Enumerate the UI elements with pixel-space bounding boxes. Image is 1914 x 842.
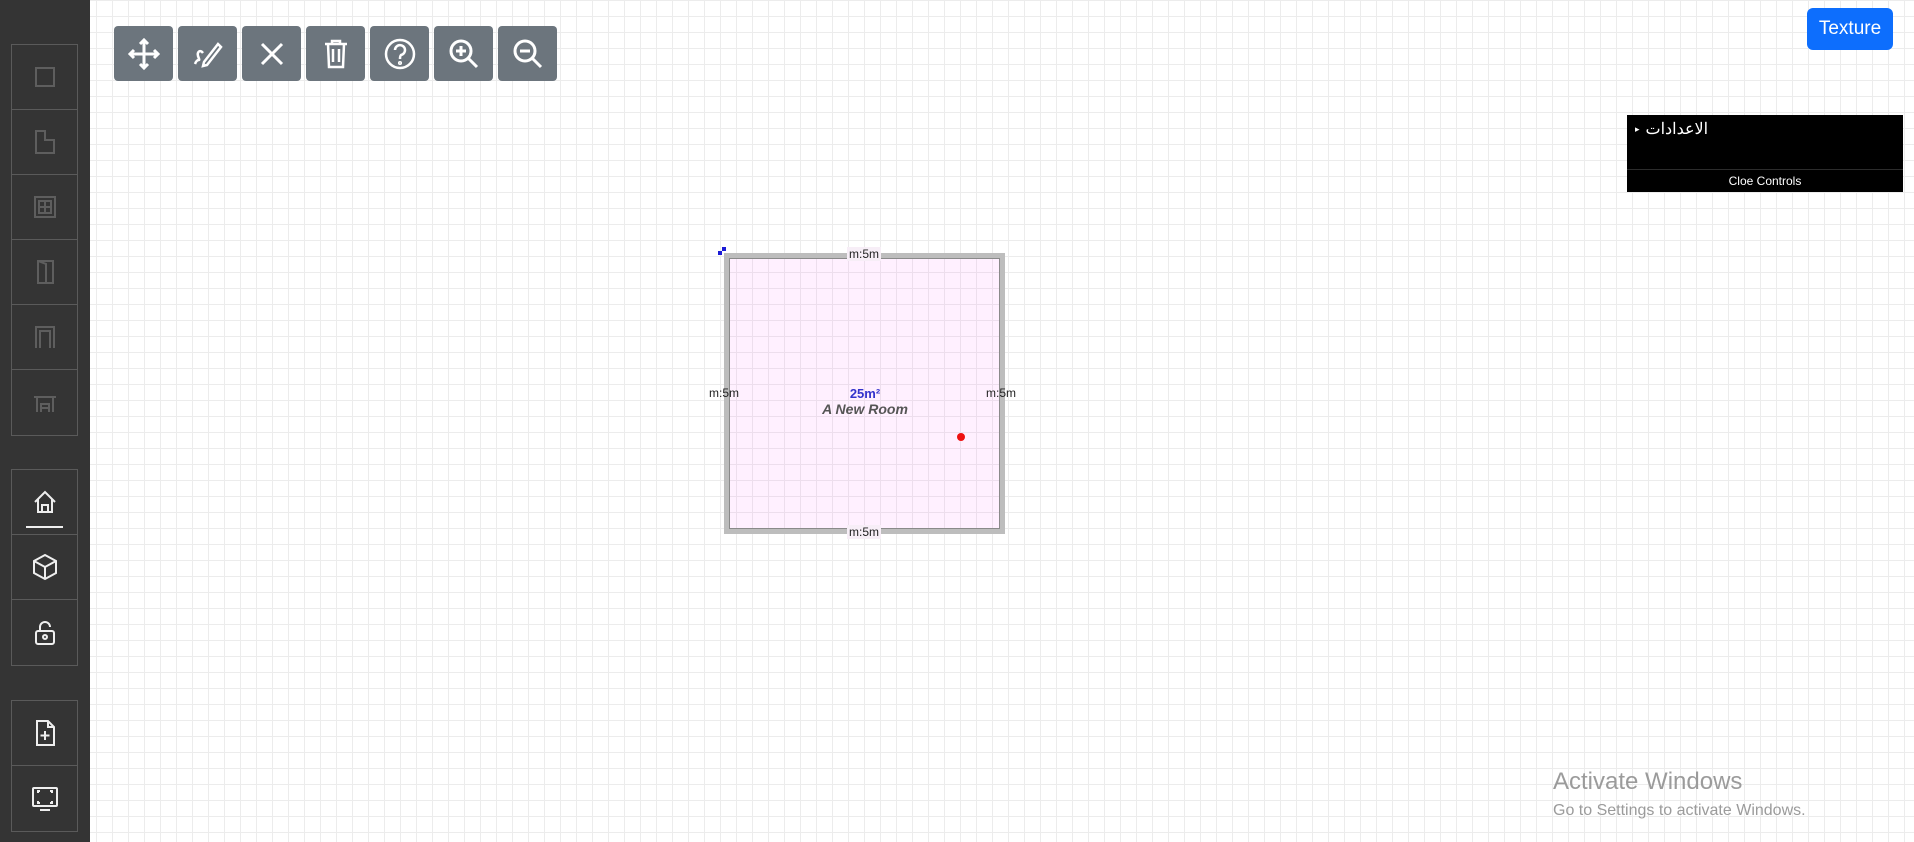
move-button[interactable] <box>114 26 173 81</box>
corner-shape-icon <box>34 130 55 154</box>
lock-toggle-button[interactable] <box>12 600 77 665</box>
arch-icon <box>34 326 55 348</box>
arch-tool-button[interactable] <box>12 305 77 370</box>
dimension-right: m:5m <box>986 386 1016 400</box>
3d-view-button[interactable] <box>12 535 77 600</box>
trash-icon <box>324 39 347 68</box>
close-controls-button[interactable]: Cloe Controls <box>1627 169 1903 192</box>
zoom-in-icon <box>449 39 478 68</box>
dimension-top: m:5m <box>847 247 881 261</box>
x-icon <box>260 42 283 65</box>
new-file-button[interactable] <box>12 701 77 766</box>
home-icon <box>33 490 56 513</box>
top-toolbar <box>114 26 562 81</box>
question-icon <box>384 38 415 69</box>
cube-icon <box>32 553 57 581</box>
door-icon <box>36 260 54 284</box>
room-tool-button[interactable] <box>12 110 77 175</box>
pen-icon <box>193 41 223 68</box>
view-tools-group <box>11 469 78 666</box>
stairs-tool-button[interactable] <box>12 370 77 435</box>
zoom-out-icon <box>513 39 542 68</box>
door-tool-button[interactable] <box>12 240 77 305</box>
room-area: 25m² <box>849 386 881 401</box>
window-icon <box>33 196 56 218</box>
activate-windows-subtitle: Go to Settings to activate Windows. <box>1553 802 1806 819</box>
texture-button[interactable]: Texture <box>1807 8 1893 50</box>
settings-panel: ▸ الاعدادات Cloe Controls <box>1627 115 1903 192</box>
delete-button[interactable] <box>306 26 365 81</box>
cancel-button[interactable] <box>242 26 301 81</box>
settings-toggle[interactable]: ▸ الاعدادات <box>1635 119 1708 139</box>
file-tools-group <box>11 700 78 832</box>
left-sidebar <box>0 0 90 842</box>
caret-right-icon: ▸ <box>1635 123 1640 134</box>
fullscreen-button[interactable] <box>12 766 77 831</box>
activate-windows-title: Activate Windows <box>1553 768 1743 795</box>
wall-tool-button[interactable] <box>12 45 77 110</box>
help-button[interactable] <box>370 26 429 81</box>
move-arrows-icon <box>127 37 160 70</box>
corner-handle[interactable] <box>718 247 726 255</box>
settings-title: الاعدادات <box>1645 121 1709 138</box>
unlock-icon <box>34 620 55 645</box>
cursor-marker <box>957 433 965 441</box>
2d-home-view-button[interactable] <box>12 470 77 535</box>
fullscreen-icon <box>31 786 58 811</box>
room-name[interactable]: A New Room <box>804 401 926 417</box>
square-icon <box>34 67 55 87</box>
zoom-in-button[interactable] <box>434 26 493 81</box>
draw-tools-group <box>11 44 78 436</box>
zoom-out-button[interactable] <box>498 26 557 81</box>
file-plus-icon <box>35 720 55 746</box>
window-tool-button[interactable] <box>12 175 77 240</box>
draw-button[interactable] <box>178 26 237 81</box>
dimension-bottom: m:5m <box>847 525 881 539</box>
stairs-icon <box>33 395 56 412</box>
dimension-left: m:5m <box>709 386 739 400</box>
